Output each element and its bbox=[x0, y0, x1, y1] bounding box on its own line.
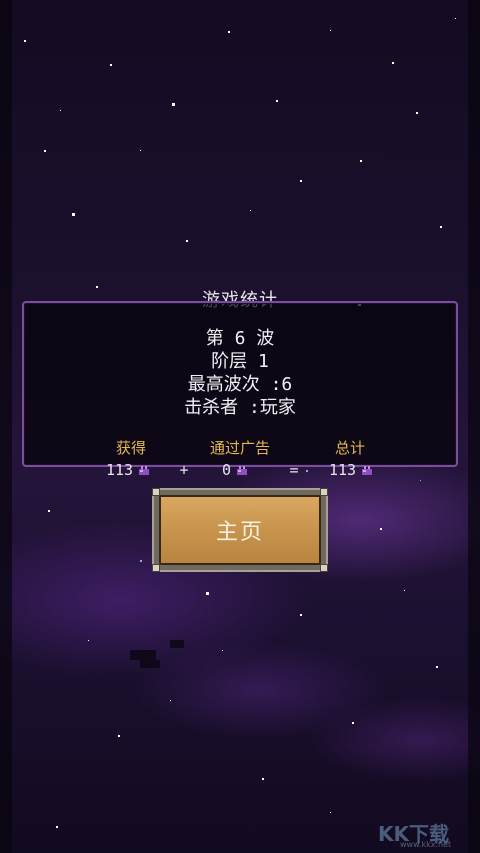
corner-rivet bbox=[152, 488, 160, 496]
equals-sign: = bbox=[289, 461, 299, 479]
total-amount: 113 bbox=[329, 461, 374, 479]
stats-panel: 第 6 波 阶层 1 最高波次 :6 击杀者 :玩家 获得 通过广告 总计 bbox=[22, 301, 458, 467]
corner-rivet bbox=[152, 564, 160, 572]
purple-gem-icon bbox=[362, 466, 373, 475]
plus-sign: + bbox=[179, 461, 189, 479]
wave-text: 第 6 波 bbox=[205, 328, 275, 349]
home-button-label: 主页 bbox=[215, 520, 264, 545]
home-button-face[interactable]: 主页 bbox=[159, 495, 321, 565]
purple-gem-icon bbox=[139, 466, 150, 475]
total-value: 113 bbox=[329, 461, 357, 479]
total-label: 总计 bbox=[334, 439, 365, 457]
home-button[interactable]: 主页 bbox=[152, 488, 328, 572]
purple-gem-icon bbox=[237, 466, 248, 475]
max-wave-text: 最高波次 :6 bbox=[187, 374, 293, 395]
right-border-strip bbox=[468, 0, 480, 853]
corner-rivet bbox=[320, 564, 328, 572]
ads-amount: 0 bbox=[222, 461, 249, 479]
reward-summary-row: 113 + 0 = 113 bbox=[0, 461, 480, 483]
floor-text: 阶层 1 bbox=[211, 351, 269, 372]
killer-text: 击杀者 :玩家 bbox=[184, 397, 296, 418]
ads-value: 0 bbox=[222, 461, 232, 479]
earned-value: 113 bbox=[106, 461, 134, 479]
watermark-url: www.kkx.net bbox=[400, 840, 452, 849]
left-border-strip bbox=[0, 0, 12, 853]
ads-label: 通过广告 bbox=[209, 439, 270, 457]
game-over-screen: 游戏统计 第 6 波 阶层 1 最高波次 :6 击杀者 :玩家 获得 通过广告 … bbox=[0, 0, 480, 853]
earned-label: 获得 bbox=[115, 439, 146, 457]
corner-rivet bbox=[320, 488, 328, 496]
earned-amount: 113 bbox=[106, 461, 151, 479]
